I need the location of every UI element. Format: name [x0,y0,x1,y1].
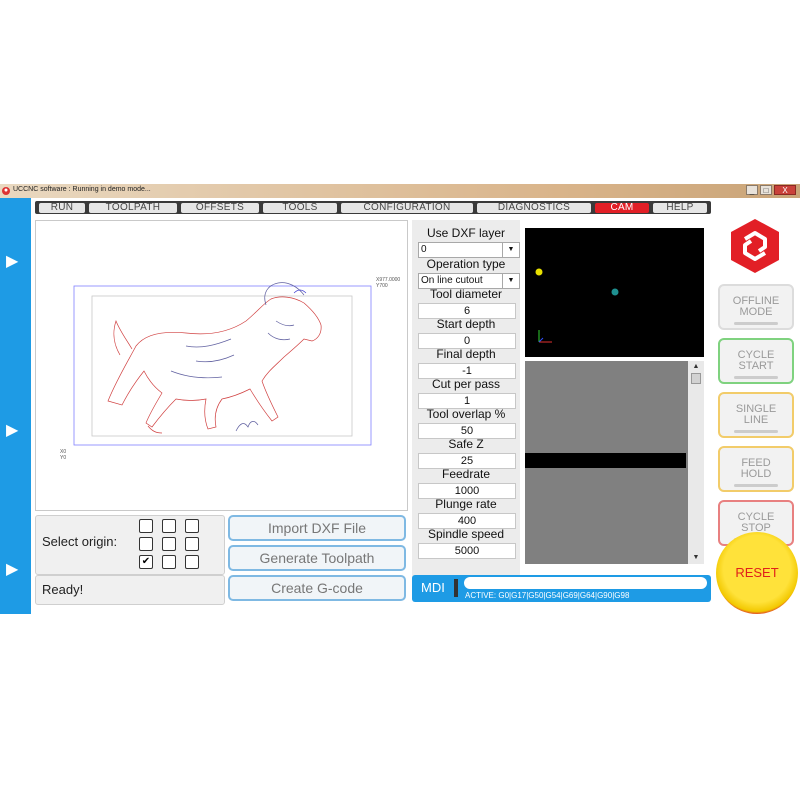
reset-button[interactable]: RESET [716,532,798,614]
generate-toolpath-button[interactable]: Generate Toolpath [228,545,406,571]
expand-arrow-icon[interactable]: ▶ [6,254,18,270]
cam-parameters-panel: Use DXF layer 0 ▼ Operation type On line… [412,220,520,581]
tab-configuration[interactable]: CONFIGURATION [341,203,473,213]
axis-gizmo-icon [538,330,552,343]
origin-selector: Select origin: ✔ [35,515,225,575]
tab-diagnostics[interactable]: DIAGNOSTICS [477,203,591,213]
status-panel: Ready! [35,575,225,605]
scroll-down-icon[interactable]: ▼ [688,552,704,564]
tool-diameter-label: Tool diameter [429,287,503,301]
marker-dot [611,288,619,296]
main-content: RUN TOOLPATH OFFSETS TOOLS CONFIGURATION… [31,198,800,614]
horse-drawing [107,282,322,434]
chevron-down-icon: ▼ [502,274,519,288]
tab-tools[interactable]: TOOLS [263,203,337,213]
tab-help[interactable]: HELP [653,203,707,213]
import-dxf-button[interactable]: Import DXF File [228,515,406,541]
status-text: Ready! [42,582,84,597]
feed-hold-button[interactable]: FEED HOLD [718,446,794,492]
maximize-button[interactable]: □ [760,185,772,195]
create-gcode-button[interactable]: Create G-code [228,575,406,601]
safe-z-label: Safe Z [448,437,484,451]
spindle-speed-field[interactable]: 5000 [418,543,516,559]
offline-mode-button[interactable]: OFFLINE MODE [718,284,794,330]
operation-type-value: On line cutout [421,275,483,286]
gcode-viewer[interactable]: ▲ ▼ [525,361,704,564]
mdi-cursor [454,579,458,597]
app-window: ● UCCNC software : Running in demo mode.… [0,184,800,614]
origin-checkbox-middle-right[interactable] [185,537,199,551]
plunge-rate-label: Plunge rate [435,497,497,511]
offline-mode-line2: MODE [739,306,773,318]
dxf-layer-dropdown[interactable]: 0 ▼ [418,242,520,258]
dxf-layer-value: 0 [421,244,427,255]
left-side-bar: ▶ ▶ ▶ [0,198,31,614]
mdi-panel: MDI ACTIVE: G0|G17|G50|G54|G69|G64|G90|G… [412,575,711,602]
coord-label-top: Y700 [376,283,388,289]
coord-label-origin: Y0 [60,455,66,461]
scroll-thumb[interactable] [691,373,701,384]
single-line-button[interactable]: SINGLE LINE [718,392,794,438]
tab-cam[interactable]: CAM [595,203,649,213]
origin-checkbox-center[interactable] [162,537,176,551]
final-depth-label: Final depth [436,347,496,361]
title-bar: ● UCCNC software : Running in demo mode.… [0,184,800,198]
gcode-scrollbar[interactable]: ▲ ▼ [688,361,704,564]
minimize-button[interactable]: _ [746,185,758,195]
tab-toolpath[interactable]: TOOLPATH [89,203,177,213]
expand-arrow-icon[interactable]: ▶ [6,562,18,578]
feed-hold-line2: HOLD [740,468,772,480]
tool-overlap-label: Tool overlap % [426,407,506,421]
tab-run[interactable]: RUN [39,203,85,213]
app-icon: ● [2,187,10,195]
close-button[interactable]: X [774,185,796,195]
origin-label: Select origin: [42,534,118,549]
origin-checkbox-top-center[interactable] [162,519,176,533]
operation-type-label: Operation type [426,257,506,271]
origin-checkbox-bottom-right[interactable] [185,555,199,569]
cycle-start-button[interactable]: CYCLE START [718,338,794,384]
active-gcodes: ACTIVE: G0|G17|G50|G54|G69|G64|G90|G98 [465,591,630,600]
chevron-down-icon: ▼ [502,243,519,257]
toolpath-3d-view[interactable] [525,228,704,357]
window-title: UCCNC software : Running in demo mode... [13,186,151,193]
start-depth-label: Start depth [436,317,496,331]
uccnc-logo [731,219,779,273]
feedrate-label: Feedrate [441,467,491,481]
origin-checkbox-top-right[interactable] [185,519,199,533]
origin-checkbox-bottom-center[interactable] [162,555,176,569]
cycle-start-line2: START [738,360,774,372]
expand-arrow-icon[interactable]: ▶ [6,423,18,439]
origin-checkbox-middle-left[interactable] [139,537,153,551]
scroll-up-icon[interactable]: ▲ [688,361,704,373]
current-line-highlight [525,453,686,468]
single-line-line2: LINE [743,414,769,426]
marker-dot [535,268,543,276]
tab-bar: RUN TOOLPATH OFFSETS TOOLS CONFIGURATION… [35,201,711,214]
origin-checkbox-top-left[interactable] [139,519,153,533]
cut-per-pass-label: Cut per pass [431,377,501,391]
mdi-input[interactable] [464,577,707,589]
mdi-label: MDI [421,580,445,595]
origin-checkbox-bottom-left[interactable]: ✔ [139,555,153,569]
spindle-speed-label: Spindle speed [427,527,505,541]
tab-offsets[interactable]: OFFSETS [181,203,259,213]
dxf-preview-canvas[interactable]: X977.0000 Y700 X0 Y0 [35,220,408,511]
dxf-layer-label: Use DXF layer [426,226,506,240]
